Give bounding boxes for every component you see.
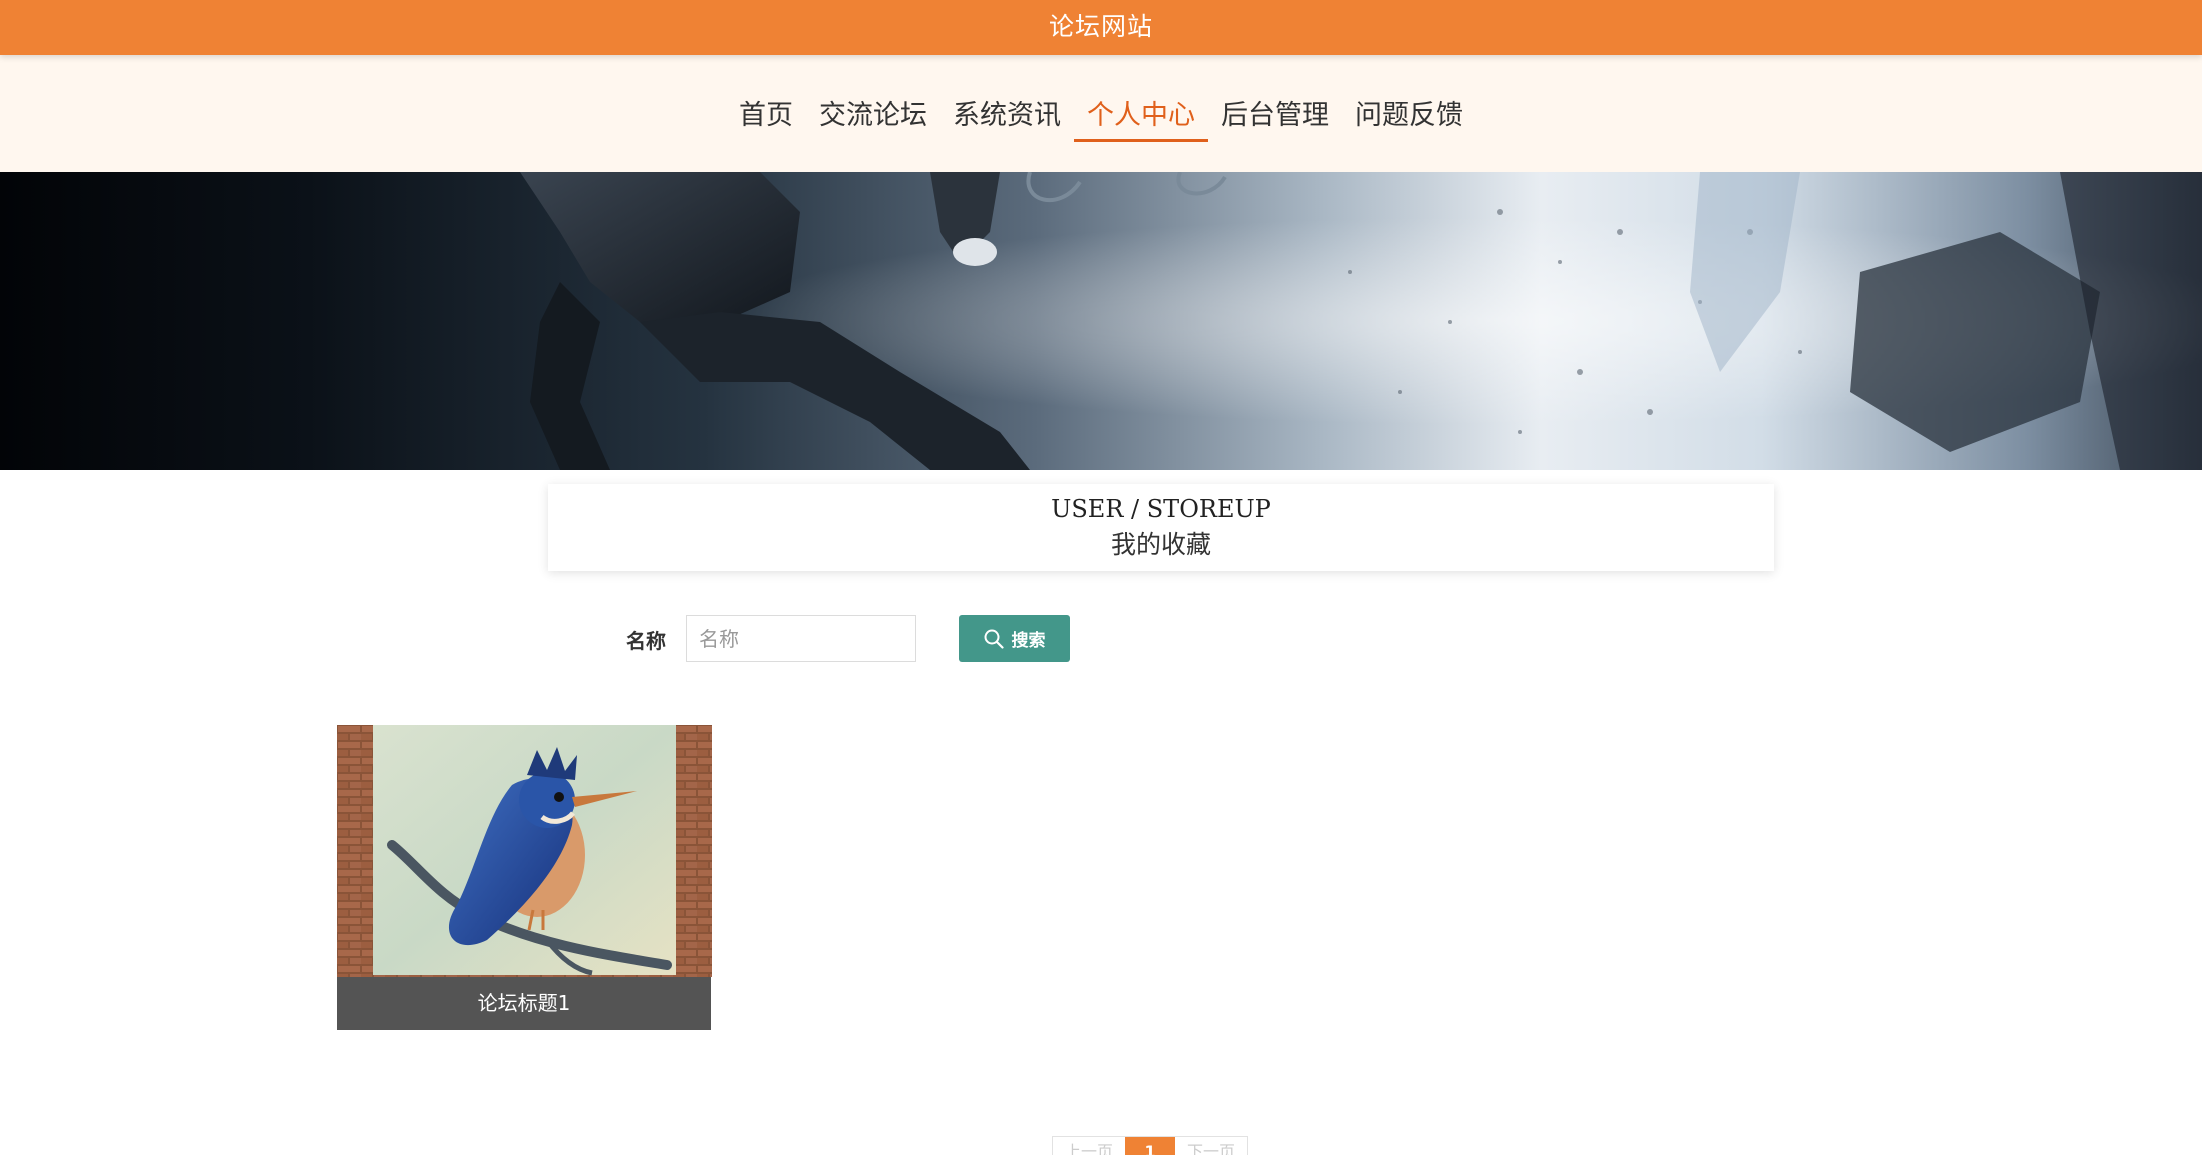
site-title: 论坛网站 bbox=[1048, 12, 1153, 41]
search-label: 名称 bbox=[626, 629, 666, 653]
favorite-title: 论坛标题1 bbox=[337, 977, 711, 1030]
nav-item-feedback[interactable]: 问题反馈 bbox=[1342, 93, 1476, 142]
banner-carousel[interactable] bbox=[0, 172, 2202, 470]
nav-item-admin[interactable]: 后台管理 bbox=[1208, 93, 1342, 142]
favorite-card[interactable]: 论坛标题1 bbox=[337, 725, 712, 1030]
section-header: USER / STOREUP 我的收藏 bbox=[548, 484, 1774, 571]
nav-item-home[interactable]: 首页 bbox=[726, 93, 806, 142]
search-input[interactable] bbox=[686, 615, 916, 662]
prev-page-button[interactable]: 上一页 bbox=[1053, 1137, 1125, 1155]
section-title-en: USER / STOREUP bbox=[1051, 495, 1271, 523]
pagination: 上一页 1 下一页 bbox=[1052, 1136, 1249, 1155]
banner-image bbox=[0, 172, 2202, 470]
nav-item-forum[interactable]: 交流论坛 bbox=[806, 93, 940, 142]
search-icon bbox=[984, 629, 1004, 649]
search-button[interactable]: 搜索 bbox=[959, 615, 1070, 662]
search-button-label: 搜索 bbox=[1011, 631, 1046, 651]
favorite-thumbnail bbox=[337, 725, 712, 977]
nav-item-news[interactable]: 系统资讯 bbox=[940, 93, 1074, 142]
main-nav: 首页 交流论坛 系统资讯 个人中心 后台管理 问题反馈 bbox=[0, 55, 2202, 172]
current-page[interactable]: 1 bbox=[1125, 1137, 1176, 1155]
next-page-button[interactable]: 下一页 bbox=[1175, 1137, 1247, 1155]
section-title-cn: 我的收藏 bbox=[1110, 530, 1211, 559]
site-header: 论坛网站 bbox=[0, 0, 2202, 55]
nav-item-user-center[interactable]: 个人中心 bbox=[1074, 93, 1208, 142]
